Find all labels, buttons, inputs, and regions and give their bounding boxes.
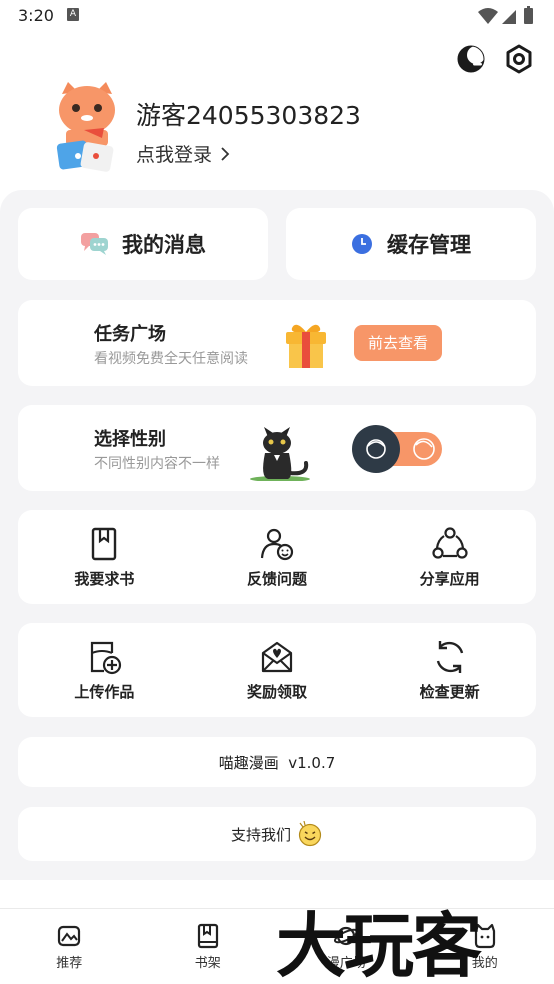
support-card[interactable]: 支持我们 [18, 807, 536, 861]
messages-label: 我的消息 [122, 233, 206, 257]
gender-title: 选择性别 [94, 429, 166, 450]
book-request-icon [92, 527, 117, 560]
gender-subtitle: 不同性别内容不一样 [94, 456, 220, 472]
username: 游客24055303823 [136, 101, 361, 130]
feature-grid-row-2: 上传作品 奖励领取 检查更新 [18, 623, 536, 717]
cache-card[interactable]: 缓存管理 [286, 208, 536, 280]
avatar[interactable] [54, 82, 120, 174]
gift-icon [286, 324, 326, 368]
feedback-label: 反馈问题 [247, 569, 308, 588]
messages-card[interactable]: 我的消息 [18, 208, 268, 280]
feedback-item[interactable]: 反馈问题 [191, 510, 364, 604]
reward-item[interactable]: 奖励领取 [191, 623, 364, 717]
chat-bubble-icon [81, 233, 108, 255]
nav-bookshelf-label: 书架 [194, 956, 221, 971]
top-actions [456, 44, 534, 74]
share-item[interactable]: 分享应用 [363, 510, 536, 604]
upload-item[interactable]: 上传作品 [18, 623, 191, 717]
version-card: 喵趣漫画 v1.0.7 [18, 737, 536, 787]
reward-label: 奖励领取 [247, 682, 308, 701]
nav-recommend-label: 推荐 [56, 956, 83, 971]
nav-recommend[interactable]: 推荐 [0, 909, 139, 984]
profile-header[interactable]: 游客24055303823 点我登录 [54, 82, 514, 174]
book-request-item[interactable]: 我要求书 [18, 510, 191, 604]
check-update-label: 检查更新 [419, 682, 480, 701]
black-cat-illustration [250, 427, 310, 481]
task-go-button[interactable]: 前去查看 [354, 325, 442, 361]
status-time: 3:20 [18, 6, 54, 25]
share-icon [432, 526, 468, 559]
gender-card[interactable]: 选择性别 不同性别内容不一样 [18, 405, 536, 491]
upload-label: 上传作品 [74, 682, 135, 701]
book-icon [197, 923, 218, 949]
status-icons [478, 6, 533, 24]
reward-icon [261, 641, 293, 672]
task-subtitle: 看视频免费全天任意阅读 [94, 351, 248, 367]
feature-grid-row-1: 我要求书 反馈问题 分享应用 [18, 510, 536, 604]
check-update-item[interactable]: 检查更新 [363, 623, 536, 717]
support-label: 支持我们 [230, 825, 291, 844]
nav-bookshelf[interactable]: 书架 [139, 909, 278, 984]
task-title: 任务广场 [94, 324, 166, 345]
status-bar: 3:20 A [0, 0, 554, 34]
clock-icon [352, 234, 372, 254]
cache-label: 缓存管理 [387, 233, 471, 257]
notification-badge: A [67, 8, 79, 21]
picture-icon [58, 925, 81, 947]
login-link-label: 点我登录 [136, 144, 213, 166]
chevron-right-icon [221, 146, 230, 161]
smile-emoji-icon [298, 821, 322, 847]
night-mode-icon[interactable] [456, 44, 486, 74]
share-label: 分享应用 [419, 569, 480, 588]
watermark: 大玩客 [276, 905, 482, 984]
settings-hexagon-icon[interactable] [504, 44, 534, 74]
refresh-icon [436, 640, 463, 673]
upload-icon [91, 641, 122, 674]
version-text: 喵趣漫画 v1.0.7 [218, 753, 336, 772]
task-card[interactable]: 任务广场 看视频免费全天任意阅读 前去查看 [18, 300, 536, 386]
feedback-icon [260, 528, 294, 560]
gender-toggle[interactable] [352, 425, 442, 473]
book-request-label: 我要求书 [74, 569, 135, 588]
login-link[interactable]: 点我登录 [136, 140, 230, 167]
